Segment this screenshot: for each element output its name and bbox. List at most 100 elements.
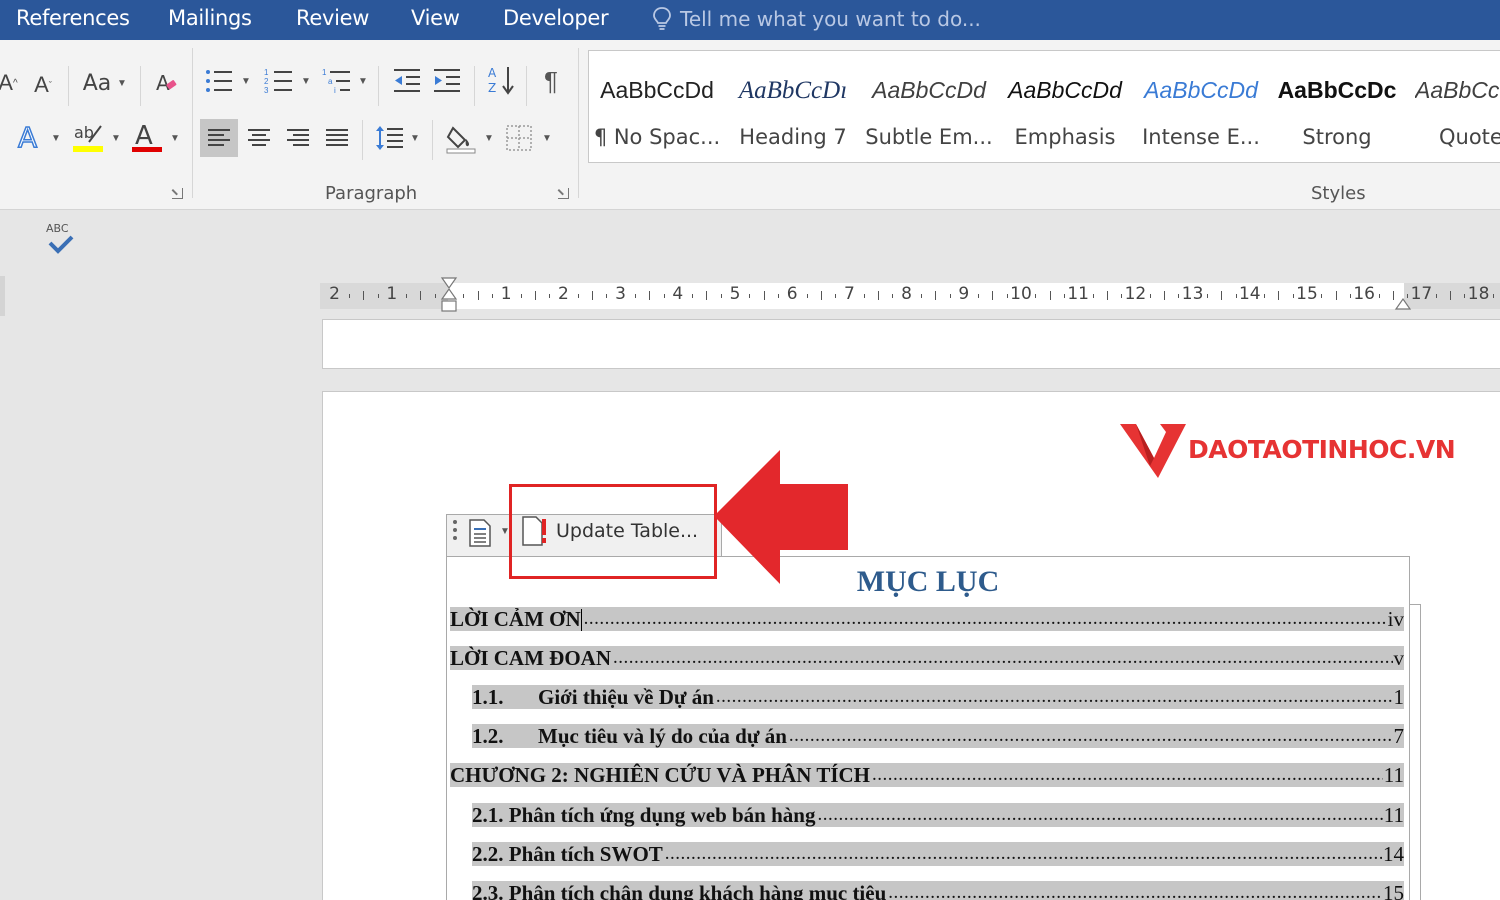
justify-icon[interactable]	[318, 119, 356, 157]
style-no-spacing[interactable]: AaBbCcDd ¶ No Spac...	[589, 51, 725, 164]
ruler-tick	[1349, 294, 1351, 298]
style-heading-7[interactable]: AaBbCcDı Heading 7	[725, 51, 861, 164]
ruler-tick	[606, 294, 608, 298]
tab-review[interactable]: Review	[296, 6, 369, 30]
toc-entry[interactable]: LỜI CẢM ƠN..............................…	[450, 607, 1404, 631]
clear-formatting-icon[interactable]: A	[152, 68, 182, 98]
toc-entry-text: 1.2. Mục tiêu và lý do của dự án	[472, 724, 789, 748]
horizontal-ruler[interactable]: 2 1 1 2 3 4 5 6 7 8 9 10 11 12 13 14 15 16 17 18	[320, 277, 1500, 312]
ruler-tick	[520, 294, 522, 298]
style-emphasis[interactable]: AaBbCcDd Emphasis	[997, 51, 1133, 164]
chevron-down-icon[interactable]: ▼	[484, 133, 494, 144]
ruler-number: 2	[329, 284, 341, 304]
tab-references[interactable]: References	[16, 6, 130, 30]
style-quote[interactable]: AaBbCcDd Quote	[1405, 51, 1500, 164]
chevron-down-icon[interactable]: ▼	[542, 133, 552, 144]
ruler-tick	[1335, 291, 1337, 300]
toc-entry-text: LỜI CAM ĐOAN	[450, 646, 613, 670]
sort-icon[interactable]: AZ	[484, 62, 518, 98]
tab-view[interactable]: View	[411, 6, 460, 30]
ruler-tick	[1464, 294, 1466, 298]
right-indent-marker-icon[interactable]	[1394, 289, 1412, 311]
chevron-down-icon[interactable]: ▼	[241, 76, 251, 87]
align-left-icon[interactable]	[200, 119, 238, 157]
tab-mailings[interactable]: Mailings	[168, 6, 252, 30]
shrink-font-icon[interactable]: Aˇ	[30, 70, 56, 100]
chevron-down-icon[interactable]: ▼	[358, 76, 368, 87]
tell-me-box[interactable]: Tell me what you want to do...	[652, 6, 981, 32]
ribbon: A ^ Aˇ Aa ▼ A A ▼ ab ▼ A ▼ ▼ 123 ▼ 1 a i…	[0, 40, 1500, 210]
style-preview: AaBbCcDd	[600, 77, 714, 103]
style-preview: AaBbCcDd	[872, 77, 986, 103]
toc-entry-text: 2.1. Phân tích ứng dụng web bán hàng	[472, 803, 817, 827]
svg-text:3: 3	[264, 86, 269, 95]
svg-text:A: A	[18, 121, 37, 153]
font-dialog-launcher-icon[interactable]	[172, 188, 183, 199]
change-case-icon[interactable]: Aa	[80, 68, 114, 98]
drag-handle-icon[interactable]	[451, 519, 459, 543]
toc-entry[interactable]: 1.2. Mục tiêu và lý do của dự án.........…	[472, 724, 1404, 748]
ruler-number: 10	[1010, 284, 1032, 304]
toc-entry[interactable]: 1.1. Giới thiệu về Dự án.................…	[472, 685, 1404, 709]
toc-entry[interactable]: 2.1. Phân tích ứng dụng web bán hàng....…	[472, 803, 1404, 827]
toc-entry-label: LỜI CẢM ƠN	[450, 607, 581, 631]
chevron-down-icon[interactable]: ▼	[117, 78, 127, 89]
toc-entry-label: 2.2. Phân tích SWOT	[472, 842, 663, 866]
toc-entry[interactable]: 2.2. Phân tích SWOT.....................…	[472, 842, 1404, 866]
multilevel-list-icon[interactable]: 1ai	[320, 64, 354, 98]
toc-entry-text: 1.1. Giới thiệu về Dự án	[472, 685, 716, 709]
toc-leader-dots: ........................................…	[872, 764, 1383, 785]
ruler-tick	[463, 294, 465, 298]
style-intense-emphasis[interactable]: AaBbCcDd Intense E...	[1133, 51, 1269, 164]
chevron-down-icon[interactable]: ▼	[111, 133, 121, 144]
style-strong[interactable]: AaBbCcDc Strong	[1269, 51, 1405, 164]
ruler-tick	[549, 294, 551, 298]
toc-content-control-edge	[1410, 604, 1421, 900]
toc-entry-text: 2.2. Phân tích SWOT	[472, 842, 665, 866]
ruler-tick	[992, 291, 994, 300]
chevron-down-icon[interactable]: ▼	[51, 133, 61, 144]
align-right-icon[interactable]	[279, 119, 317, 157]
style-subtle-emphasis[interactable]: AaBbCcDd Subtle Em...	[861, 51, 997, 164]
line-spacing-icon[interactable]	[372, 120, 406, 156]
bullets-icon[interactable]	[202, 64, 236, 98]
ruler-tick	[1321, 294, 1323, 298]
ruler-number: 4	[672, 284, 684, 304]
toc-entry-label: CHƯƠNG 2: NGHIÊN CỨU VÀ PHÂN TÍCH	[450, 763, 871, 787]
show-formatting-marks-icon[interactable]: ¶	[536, 64, 566, 98]
paragraph-dialog-launcher-icon[interactable]	[558, 188, 569, 199]
numbering-icon[interactable]: 123	[262, 64, 296, 98]
toc-leader-dots: ........................................…	[817, 804, 1382, 825]
borders-icon[interactable]	[504, 120, 534, 156]
toc-entry[interactable]: 2.3. Phân tích chân dung khách hàng mục …	[472, 881, 1404, 900]
grow-font-icon[interactable]: A ^	[0, 68, 20, 98]
spelling-status[interactable]: ABC	[46, 222, 76, 260]
toc-page-number: 15	[1383, 881, 1404, 900]
ruler-number: 7	[843, 284, 855, 304]
logo-text: DAOTAOTINHOC.VN	[1188, 434, 1456, 464]
tab-developer[interactable]: Developer	[503, 6, 609, 30]
font-color-icon[interactable]: A	[128, 120, 166, 156]
ruler-tick	[377, 294, 379, 298]
toc-entry[interactable]: LỜI CAM ĐOAN............................…	[450, 646, 1404, 670]
toc-entry-text: 2.3. Phân tích chân dung khách hàng mục …	[472, 881, 888, 900]
ruler-tick	[806, 294, 808, 298]
highlight-color-icon[interactable]: ab	[70, 120, 108, 156]
chevron-down-icon[interactable]: ▼	[301, 76, 311, 87]
svg-text:1: 1	[264, 68, 269, 77]
shading-icon[interactable]	[444, 120, 478, 156]
increase-indent-icon[interactable]	[430, 64, 464, 98]
ruler-tick	[634, 294, 636, 298]
chevron-down-icon[interactable]: ▼	[170, 133, 180, 144]
toc-leader-dots: ........................................…	[715, 686, 1393, 707]
toc-entry[interactable]: CHƯƠNG 2: NGHIÊN CỨU VÀ PHÂN TÍCH.......…	[450, 763, 1404, 787]
ruler-tick	[863, 294, 865, 298]
ruler-tick	[1164, 291, 1165, 300]
table-of-contents-icon[interactable]	[466, 518, 494, 548]
ruler-tick	[1035, 294, 1037, 298]
chevron-down-icon[interactable]: ▼	[410, 133, 420, 144]
indent-marker-icon[interactable]	[440, 277, 458, 321]
text-effects-icon[interactable]: A	[14, 120, 48, 154]
decrease-indent-icon[interactable]	[390, 64, 424, 98]
align-center-icon[interactable]	[240, 119, 278, 157]
